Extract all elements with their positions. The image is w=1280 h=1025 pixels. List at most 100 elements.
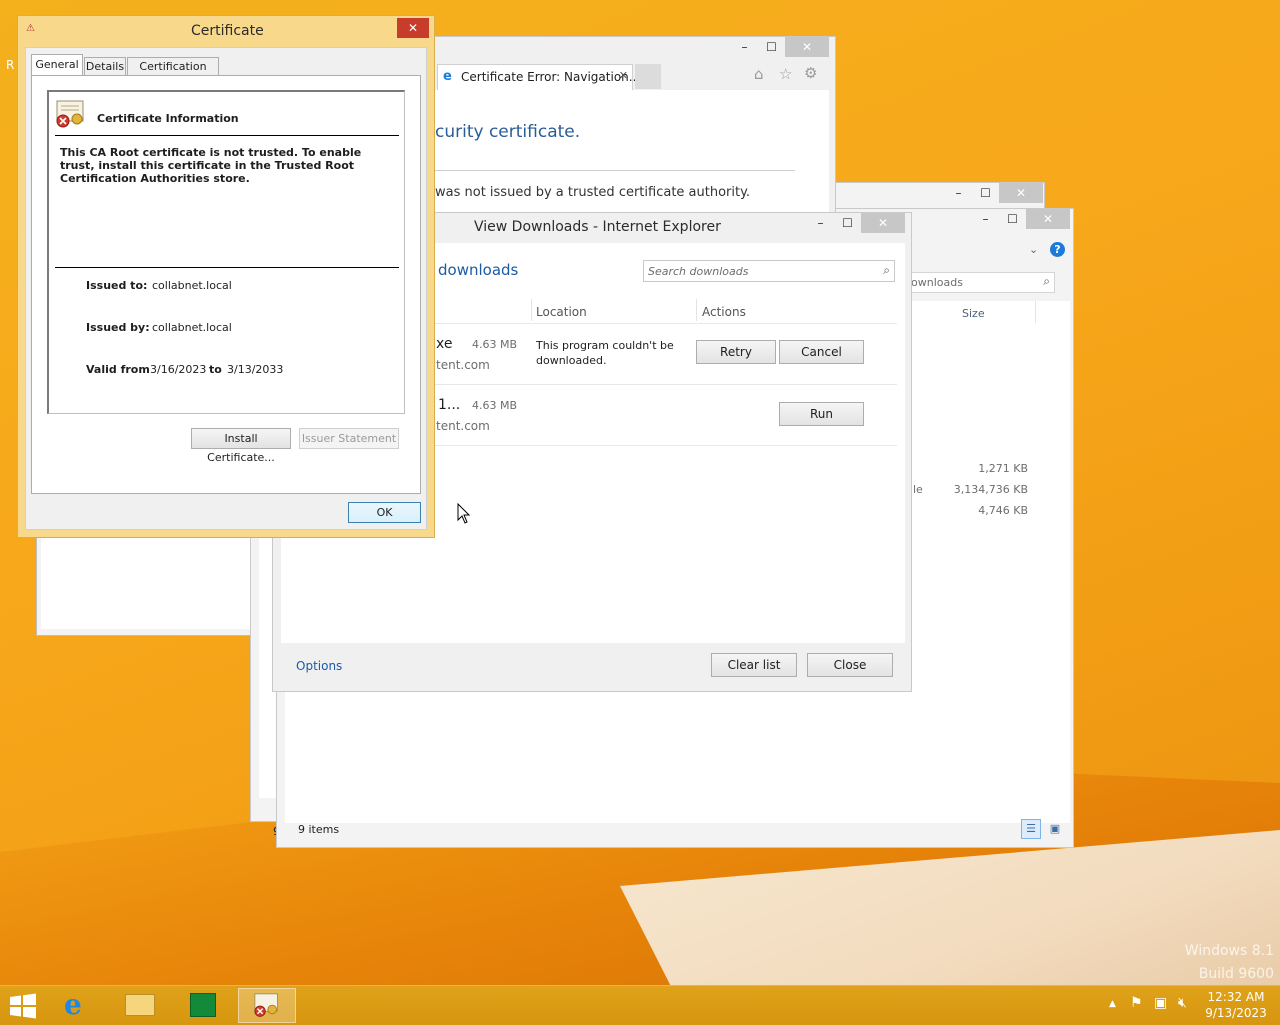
close-button[interactable]: ✕ — [1026, 209, 1070, 229]
internet-explorer-icon: e — [64, 988, 82, 1021]
file-size: 4,746 KB — [978, 504, 1028, 517]
ie-error-message: was not issued by a trusted certificate … — [435, 185, 751, 200]
desktop-icon[interactable]: R — [6, 58, 14, 72]
network-icon[interactable]: ▣ — [1154, 995, 1167, 1011]
close-button[interactable]: ✕ — [999, 183, 1043, 203]
tab-details[interactable]: Details — [84, 57, 126, 76]
info-separator — [55, 135, 399, 136]
start-button[interactable] — [8, 993, 40, 1019]
download-status: This program couldn't be downloaded. — [536, 339, 674, 367]
run-button[interactable]: Run — [779, 402, 864, 426]
download-source: tent.com — [436, 358, 490, 372]
taskbar: e ▲ ⚑ ▣ 🔇︎ 12:32 AM 9/13/2023 — [0, 985, 1280, 1025]
clock-date: 9/13/2023 — [1205, 1006, 1267, 1020]
issued-to-value: collabnet.local — [152, 279, 232, 292]
maximize-button[interactable]: ☐ — [758, 37, 785, 57]
new-tab-button[interactable] — [635, 64, 661, 89]
tab-general[interactable]: General — [31, 54, 83, 76]
general-tab-panel: Certificate Information This CA Root cer… — [31, 75, 421, 494]
settings-gear-icon[interactable]: ⚙ — [804, 64, 817, 82]
certificate-dialog[interactable]: ⚠ Certificate ✕ General Details Certific… — [17, 15, 435, 538]
action-center-flag-icon[interactable]: ⚑ — [1130, 995, 1143, 1011]
downloads-search-box[interactable]: Search downloads ⌕ — [643, 260, 895, 282]
minimize-button[interactable]: – — [731, 37, 758, 57]
large-icons-view-icon[interactable]: ▣ — [1045, 819, 1065, 839]
column-header-size[interactable]: Size — [962, 307, 985, 320]
ie-window[interactable]: – ☐ ✕ e Certificate Error: Navigation...… — [410, 36, 836, 216]
column-divider — [1035, 301, 1036, 323]
favorites-star-icon[interactable]: ☆ — [779, 65, 792, 83]
desktop-icon-label: R — [6, 58, 15, 72]
install-certificate-button[interactable]: Install Certificate... — [191, 428, 291, 464]
volume-muted-icon[interactable]: 🔇︎ — [1178, 995, 1187, 1011]
ie-error-heading: curity certificate. — [435, 122, 581, 142]
explorer-search-placeholder: ownloads — [911, 276, 963, 289]
close-button[interactable]: ✕ — [861, 213, 905, 233]
issued-to-label: Issued to: — [86, 279, 148, 292]
ribbon-expand-icon[interactable]: ⌄ — [1029, 243, 1038, 256]
certificate-title: Certificate — [191, 23, 264, 39]
downloads-heading: downloads — [438, 261, 519, 279]
taskbar-file-explorer[interactable] — [113, 988, 167, 1023]
info-separator — [55, 267, 399, 268]
folder-icon — [125, 994, 155, 1016]
options-link[interactable]: Options — [296, 659, 342, 673]
maximize-button[interactable]: ☐ — [972, 183, 999, 203]
status-item-count: 9 items — [298, 823, 340, 836]
tab-close-icon[interactable]: ✕ — [619, 69, 628, 82]
downloads-search-placeholder: Search downloads — [648, 265, 749, 278]
certificate-info-heading: Certificate Information — [97, 112, 239, 125]
minimize-button[interactable]: – — [807, 213, 834, 233]
tab-certification-path[interactable]: Certification Path — [127, 57, 219, 90]
minimize-button[interactable]: – — [945, 183, 972, 203]
clear-list-button[interactable]: Clear list — [711, 653, 797, 677]
details-view-icon[interactable]: ☰ — [1021, 819, 1041, 839]
close-downloads-button[interactable]: Close — [807, 653, 893, 677]
download-filename: xe — [436, 336, 453, 352]
certificate-info-box: Certificate Information This CA Root cer… — [47, 90, 405, 414]
cancel-button[interactable]: Cancel — [779, 340, 864, 364]
ie-content: curity certificate. was not issued by a … — [417, 90, 829, 214]
close-button[interactable]: ✕ — [785, 37, 829, 57]
download-source: tent.com — [436, 419, 490, 433]
column-divider — [531, 299, 532, 321]
clock-time: 12:32 AM — [1207, 990, 1265, 1004]
valid-to-label: to — [209, 363, 222, 376]
taskbar-internet-explorer[interactable]: e — [52, 988, 106, 1023]
ie-page-icon: e — [443, 69, 452, 84]
certificate-app-icon: ⚠ — [26, 23, 35, 34]
close-button[interactable]: ✕ — [397, 18, 429, 38]
search-icon[interactable]: ⌕ — [883, 263, 890, 278]
windows-logo-icon — [10, 993, 36, 1019]
home-icon[interactable]: ⌂ — [754, 65, 764, 83]
store-icon — [190, 993, 216, 1017]
search-icon[interactable]: ⌕ — [1043, 274, 1050, 289]
certificate-warning: This CA Root certificate is not trusted.… — [60, 146, 362, 185]
issued-by-value: collabnet.local — [152, 321, 232, 334]
show-hidden-icons-icon[interactable]: ▲ — [1109, 999, 1116, 1009]
mouse-cursor-icon — [457, 503, 471, 524]
taskbar-store[interactable] — [176, 988, 230, 1023]
minimize-button[interactable]: – — [972, 209, 999, 229]
maximize-button[interactable]: ☐ — [999, 209, 1026, 229]
watermark-version: Windows 8.1 — [1184, 943, 1274, 959]
valid-from-label: Valid from — [86, 363, 150, 376]
explorer-search-box[interactable]: ownloads ⌕ — [907, 272, 1055, 293]
help-icon[interactable]: ? — [1050, 242, 1065, 257]
taskbar-certificate[interactable] — [238, 988, 296, 1023]
issuer-statement-button: Issuer Statement — [299, 428, 399, 449]
ok-button[interactable]: OK — [348, 502, 421, 523]
ie-tab[interactable]: e Certificate Error: Navigation... ✕ — [437, 64, 640, 90]
column-header-actions[interactable]: Actions — [702, 305, 746, 319]
column-header-location[interactable]: Location — [536, 305, 587, 319]
column-divider — [696, 299, 697, 321]
ie-tab-title: Certificate Error: Navigation... — [461, 70, 641, 84]
windows-watermark: Windows 8.1 Build 9600 — [1185, 940, 1274, 986]
watermark-build: Build 9600 — [1198, 966, 1274, 982]
clock[interactable]: 12:32 AM 9/13/2023 — [1200, 989, 1272, 1021]
retry-button[interactable]: Retry — [696, 340, 776, 364]
download-size: 4.63 MB — [472, 338, 518, 351]
valid-to-value: 3/13/2033 — [227, 363, 284, 376]
file-size: 3,134,736 KB — [953, 483, 1028, 496]
maximize-button[interactable]: ☐ — [834, 213, 861, 233]
